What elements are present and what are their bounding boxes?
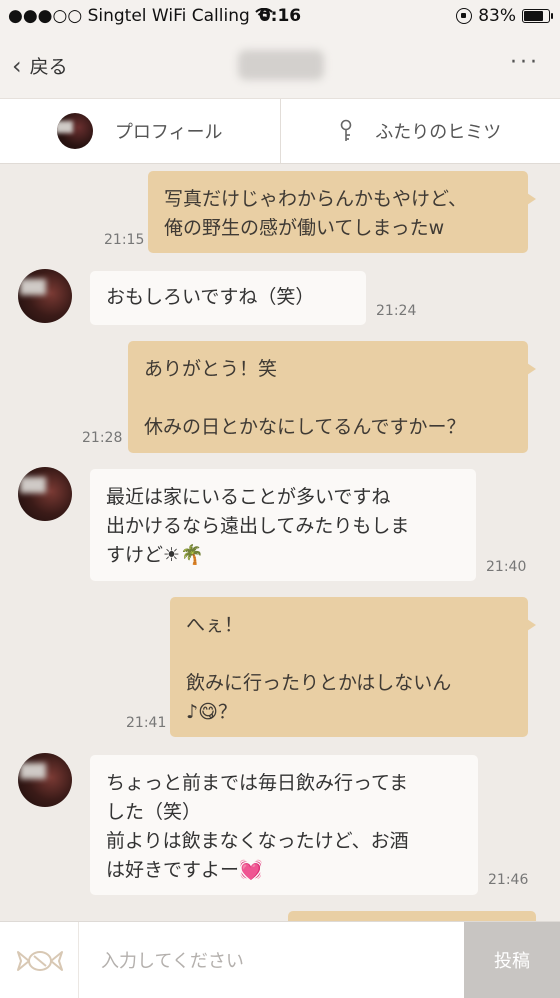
message-time: 21:46 (488, 872, 528, 888)
post-button[interactable]: 投稿 (464, 922, 560, 998)
battery-percent: 83% (478, 6, 516, 26)
sticker-button[interactable] (14, 944, 66, 978)
more-options-button[interactable]: ··· (510, 50, 540, 75)
top-bar: ●●●○○ Singtel WiFi Calling 0:16 83% ‹ 戻る… (0, 0, 560, 98)
blurred-contact-name (238, 50, 324, 80)
sent-message: ありがとう！笑 休みの日とかなにしてるんですかー？ (128, 341, 528, 453)
candy-icon (14, 944, 66, 978)
message-input[interactable]: 入力してください (78, 922, 464, 998)
message-list[interactable]: 写真だけじゃわからんかもやけど、 俺の野生の感が働いてしまったw 21:15 お… (0, 163, 560, 921)
message-time: 21:28 (82, 430, 122, 446)
sun-palm-emoji-icon: ☀🌴 (163, 544, 204, 566)
back-label: 戻る (30, 52, 68, 79)
avatar[interactable] (18, 467, 72, 521)
navigation-bar: ‹ 戻る ··· (0, 36, 560, 98)
received-message: ちょっと前までは毎日飲み行ってま した（笑） 前よりは飲まなくなったけど、お酒 … (90, 755, 478, 895)
input-bar: 入力してください 投稿 (0, 921, 560, 998)
tab-secret[interactable]: ふたりのヒミツ (280, 99, 560, 163)
received-message: おもしろいですね（笑） (90, 271, 366, 325)
sent-message: へぇ！ 飲みに行ったりとかはしないん ♪😋？ (170, 597, 528, 737)
sent-message-partial (288, 911, 536, 921)
received-message: 最近は家にいることが多いですね 出かけるなら遠出してみたりもしま すけど☀🌴 (90, 469, 476, 581)
chevron-left-icon: ‹ (12, 54, 22, 78)
message-text: 最近は家にいることが多いですね 出かけるなら遠出してみたりもしま すけど (106, 486, 409, 566)
status-bar: ●●●○○ Singtel WiFi Calling 0:16 83% (0, 0, 560, 36)
tab-profile[interactable]: プロフィール (0, 99, 280, 163)
message-time: 21:41 (126, 715, 166, 731)
heart-emoji-icon: 💓 (239, 859, 263, 881)
message-time: 21:15 (104, 232, 144, 248)
back-button[interactable]: ‹ 戻る (12, 52, 68, 79)
tab-profile-label: プロフィール (115, 118, 223, 144)
message-time: 21:24 (376, 303, 416, 319)
chat-screen: ●●●○○ Singtel WiFi Calling 0:16 83% ‹ 戻る… (0, 0, 560, 997)
avatar (57, 113, 93, 149)
tab-secret-label: ふたりのヒミツ (375, 118, 501, 144)
avatar[interactable] (18, 269, 72, 323)
key-icon (339, 119, 353, 143)
header-tabs: プロフィール ふたりのヒミツ (0, 98, 560, 164)
battery-icon (522, 9, 550, 23)
message-text-suffix: ？ (218, 701, 237, 723)
sent-message: 写真だけじゃわからんかもやけど、 俺の野生の感が働いてしまったw (148, 171, 528, 253)
avatar[interactable] (18, 753, 72, 807)
message-time: 21:40 (486, 559, 526, 575)
yum-face-emoji-icon: 😋 (198, 701, 218, 723)
orientation-lock-icon (456, 8, 472, 24)
battery-area: 83% (456, 6, 550, 26)
